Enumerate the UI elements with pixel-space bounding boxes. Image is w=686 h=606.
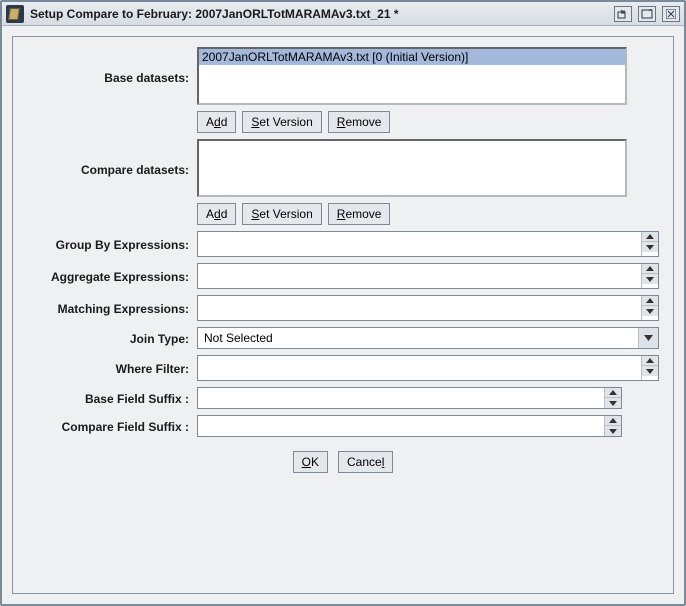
- where-filter-input[interactable]: [198, 356, 641, 380]
- spin-down-button[interactable]: [642, 274, 658, 284]
- window-close-button[interactable]: [662, 6, 680, 22]
- chevron-down-icon[interactable]: [638, 328, 658, 348]
- base-datasets-listbox[interactable]: 2007JanORLTotMARAMAv3.txt [0 (Initial Ve…: [197, 47, 627, 105]
- list-item[interactable]: 2007JanORLTotMARAMAv3.txt [0 (Initial Ve…: [199, 49, 625, 65]
- compare-suffix-input[interactable]: [198, 416, 604, 436]
- spin-down-button[interactable]: [605, 398, 621, 408]
- spin-up-button[interactable]: [642, 264, 658, 274]
- base-remove-button[interactable]: Remove: [328, 111, 391, 133]
- spin-up-button[interactable]: [642, 356, 658, 366]
- spin-up-button[interactable]: [605, 416, 621, 426]
- aggregate-input[interactable]: [198, 264, 641, 288]
- join-type-combo[interactable]: Not Selected: [197, 327, 659, 349]
- base-suffix-field: [197, 387, 622, 409]
- titlebar: Setup Compare to February: 2007JanORLTot…: [2, 2, 684, 26]
- spin-down-button[interactable]: [642, 306, 658, 316]
- spin-down-button[interactable]: [642, 366, 658, 376]
- compare-add-button[interactable]: Add: [197, 203, 236, 225]
- compare-remove-button[interactable]: Remove: [328, 203, 391, 225]
- aggregate-label: Aggregate Expressions:: [27, 268, 197, 284]
- compare-suffix-label: Compare Field Suffix :: [27, 418, 197, 434]
- compare-set-version-button[interactable]: Set Version: [242, 203, 321, 225]
- matching-input[interactable]: [198, 296, 641, 320]
- compare-datasets-label: Compare datasets:: [27, 139, 197, 177]
- compare-suffix-field: [197, 415, 622, 437]
- group-by-input[interactable]: [198, 232, 641, 256]
- ok-button[interactable]: OK: [293, 451, 328, 473]
- base-datasets-label: Base datasets:: [27, 47, 197, 85]
- spin-down-button[interactable]: [605, 426, 621, 436]
- join-type-label: Join Type:: [27, 330, 197, 346]
- spin-up-button[interactable]: [605, 388, 621, 398]
- base-add-button[interactable]: Add: [197, 111, 236, 133]
- dialog-window: Setup Compare to February: 2007JanORLTot…: [0, 0, 686, 606]
- base-suffix-label: Base Field Suffix :: [27, 390, 197, 406]
- matching-label: Matching Expressions:: [27, 300, 197, 316]
- where-filter-field: [197, 355, 659, 381]
- aggregate-field: [197, 263, 659, 289]
- base-suffix-input[interactable]: [198, 388, 604, 408]
- window-maximize-button[interactable]: [638, 6, 656, 22]
- window-restore-button[interactable]: [614, 6, 632, 22]
- spin-up-button[interactable]: [642, 296, 658, 306]
- base-set-version-button[interactable]: Set Version: [242, 111, 321, 133]
- window-controls: [614, 6, 680, 22]
- group-by-label: Group By Expressions:: [27, 236, 197, 252]
- join-type-value: Not Selected: [198, 328, 638, 348]
- app-icon: [6, 5, 24, 23]
- cancel-button[interactable]: Cancel: [338, 451, 393, 473]
- group-by-field: [197, 231, 659, 257]
- where-filter-label: Where Filter:: [27, 360, 197, 376]
- compare-datasets-listbox[interactable]: [197, 139, 627, 197]
- spin-down-button[interactable]: [642, 242, 658, 252]
- matching-field: [197, 295, 659, 321]
- window-title: Setup Compare to February: 2007JanORLTot…: [30, 7, 614, 21]
- spin-up-button[interactable]: [642, 232, 658, 242]
